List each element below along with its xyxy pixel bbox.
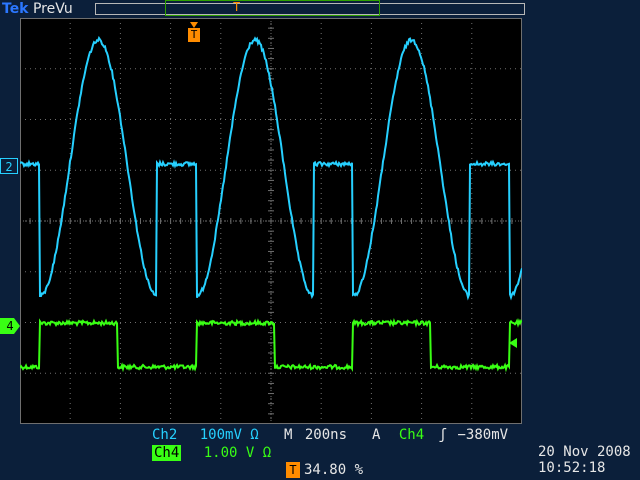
ch4-scale: 1.00 V Ω [203,445,272,461]
waveform-display [20,18,522,424]
trigger-position-label: T [188,28,200,42]
graticule [20,18,522,424]
ch4-setting[interactable]: Ch4 1.00 V Ω [152,444,271,462]
trigger-position-marker[interactable]: T [188,22,200,42]
record-view-window[interactable] [165,0,380,16]
position-value: 34.80 % [304,462,364,478]
timebase-value: 200ns [304,427,348,443]
time-label: 10:52:18 [538,460,606,476]
horizontal-position-setting[interactable]: T 34.80 % [286,461,363,479]
trigger-source: Ch4 [398,427,425,443]
date-label: 20 Nov 2008 [538,444,631,460]
timebase-label: M [284,427,293,443]
position-label: T [286,462,300,478]
trigger-source-label: A [372,427,381,443]
ch2-setting[interactable]: Ch2 100mV Ω [152,426,259,444]
timebase-setting[interactable]: M 200ns [284,426,347,444]
graticule-and-waveforms [20,18,522,424]
acquisition-mode: PreVu [32,1,73,17]
ch2-label: Ch2 [152,427,178,443]
brand-label: Tek PreVu [2,0,73,18]
trigger-level: −380mV [457,427,509,443]
ch4-label: Ch4 [152,445,182,461]
ch2-ground-marker[interactable]: 2 [0,158,18,174]
trigger-setting[interactable]: A Ch4 ʃ −380mV [372,426,508,444]
timestamp: 20 Nov 2008 10:52:18 [538,444,631,476]
trigger-slope-icon: ʃ [438,427,448,443]
record-trigger-marker: T [233,0,241,14]
ch4-ground-marker[interactable]: 4 [0,318,20,334]
tek-logo: Tek [2,1,29,17]
top-bar: Tek PreVu T [0,0,640,18]
trigger-level-marker[interactable] [509,338,517,348]
ch2-scale: 100mV Ω [199,427,259,443]
